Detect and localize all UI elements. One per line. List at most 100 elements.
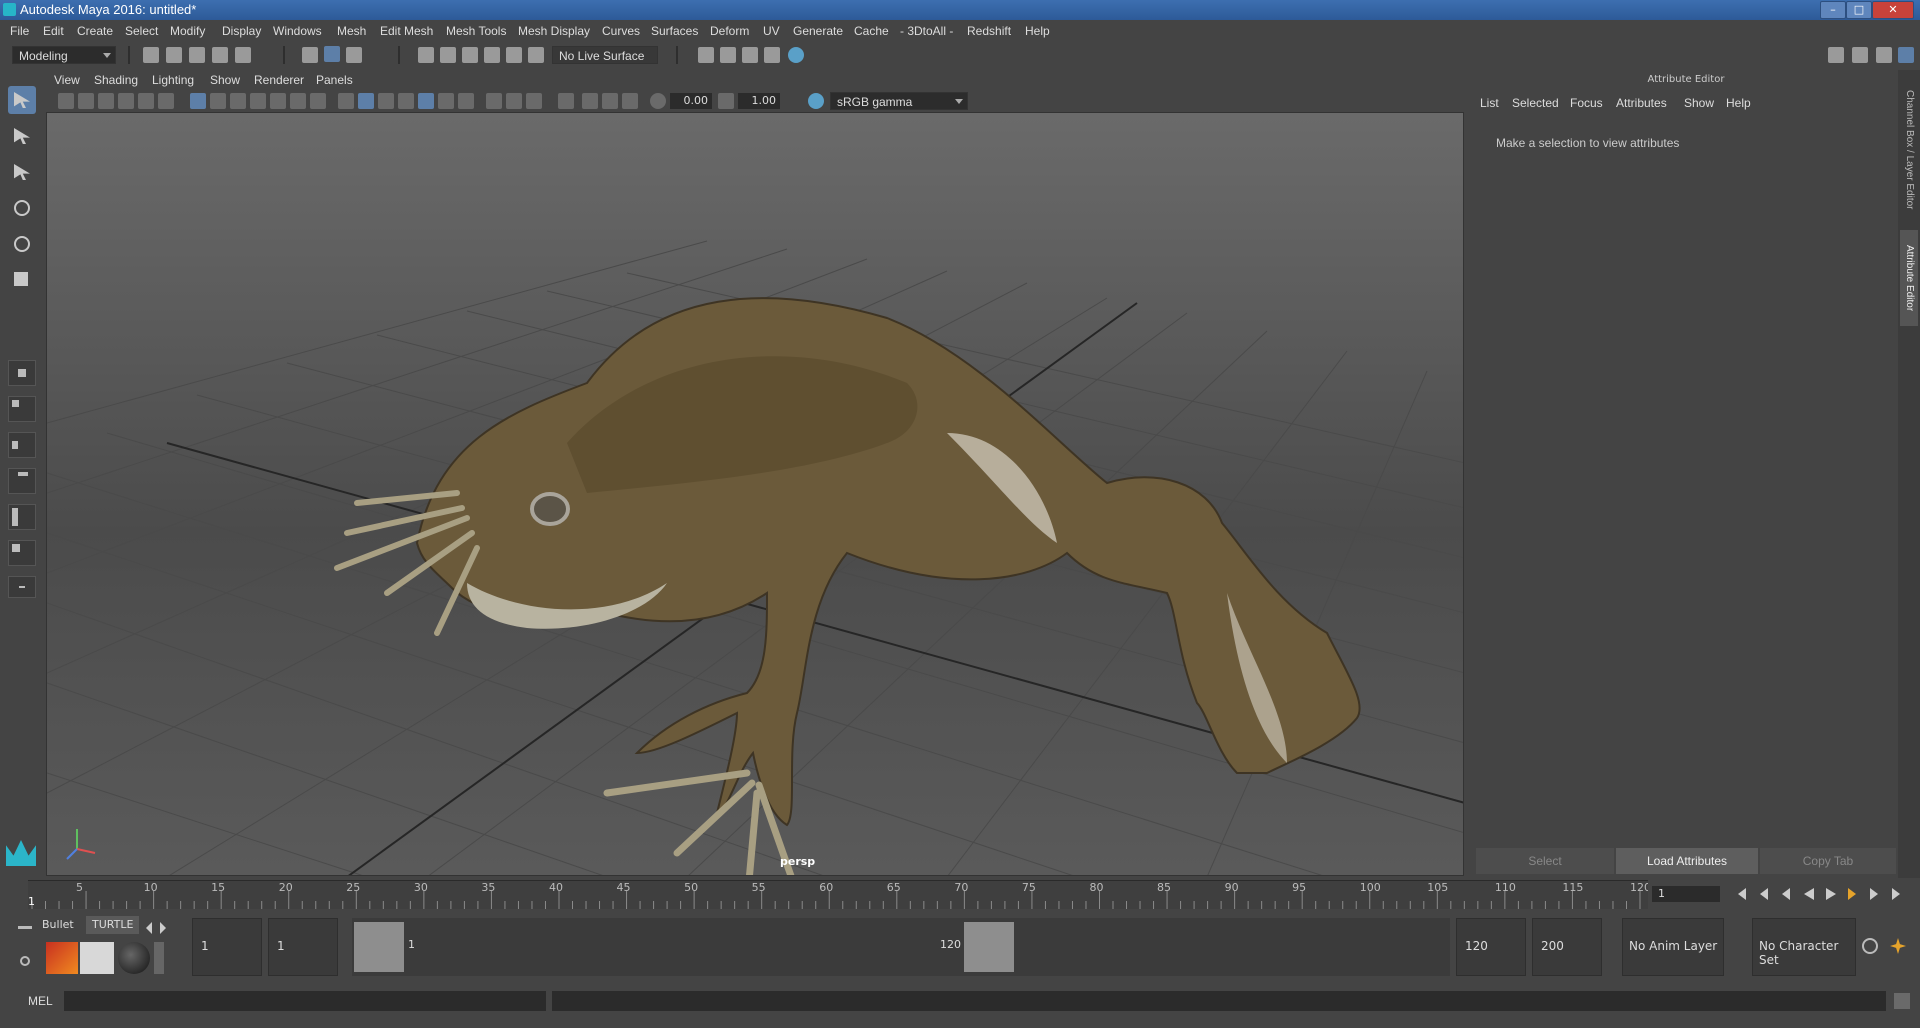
menu-3dtoall[interactable]: - 3DtoAll - [900, 24, 953, 38]
snap-surface-icon[interactable] [528, 47, 544, 63]
menu-deform[interactable]: Deform [710, 24, 749, 38]
viewport-menu-renderer[interactable]: Renderer [254, 73, 304, 87]
shelf-tab-turtle[interactable]: TURTLE [86, 916, 140, 934]
menu-curves[interactable]: Curves [602, 24, 640, 38]
go-to-end-icon[interactable] [1892, 888, 1900, 900]
menu-windows[interactable]: Windows [273, 24, 322, 38]
grid-toggle-icon[interactable] [190, 93, 206, 109]
snap-view-plane-icon[interactable] [484, 47, 500, 63]
view-transform-dropdown[interactable]: sRGB gamma [830, 92, 968, 110]
animation-start-field[interactable]: 1 [192, 918, 262, 976]
step-back-key-icon[interactable] [1782, 888, 1790, 900]
menu-surfaces[interactable]: Surfaces [651, 24, 698, 38]
turtle-bake-icon[interactable] [80, 942, 114, 974]
turtle-render-icon[interactable] [46, 942, 78, 974]
menu-cache[interactable]: Cache [854, 24, 889, 38]
rotate-tool-button[interactable] [8, 230, 36, 258]
menu-generate[interactable]: Generate [793, 24, 843, 38]
wireframe-icon[interactable] [338, 93, 354, 109]
ipr-render-icon[interactable] [742, 47, 758, 63]
menu-mesh-tools[interactable]: Mesh Tools [446, 24, 506, 38]
current-frame-field[interactable]: 1 [1652, 886, 1720, 902]
save-scene-icon[interactable] [189, 47, 205, 63]
menu-create[interactable]: Create [77, 24, 113, 38]
menu-edit-mesh[interactable]: Edit Mesh [380, 24, 433, 38]
shelf-scroll-left-icon[interactable] [146, 922, 152, 934]
viewport-menu-shading[interactable]: Shading [94, 73, 138, 87]
grease-pencil-icon[interactable] [158, 93, 174, 109]
redo-icon[interactable] [235, 47, 251, 63]
viewport-menu-view[interactable]: View [54, 73, 80, 87]
four-view-layout-button[interactable] [8, 396, 36, 422]
live-surface-field[interactable]: No Live Surface [552, 46, 658, 64]
camera-select-icon[interactable] [58, 93, 74, 109]
menu-mesh-display[interactable]: Mesh Display [518, 24, 590, 38]
ae-menu-attributes[interactable]: Attributes [1616, 96, 1667, 110]
isolate-select-icon[interactable] [558, 93, 574, 109]
step-forward-key-icon[interactable] [1848, 888, 1856, 900]
play-forwards-icon[interactable] [1826, 888, 1836, 900]
gate-mask-icon[interactable] [250, 93, 266, 109]
playback-end-field[interactable]: 120 [1456, 918, 1526, 976]
menu-redshift[interactable]: Redshift [967, 24, 1011, 38]
turtle-shader-icon[interactable] [118, 942, 150, 974]
ae-menu-show[interactable]: Show [1684, 96, 1714, 110]
step-forward-icon[interactable] [1870, 888, 1878, 900]
hypershade-icon[interactable] [788, 47, 804, 63]
menu-edit[interactable]: Edit [43, 24, 64, 38]
ae-select-button[interactable]: Select [1476, 848, 1614, 874]
open-scene-icon[interactable] [166, 47, 182, 63]
anim-layer-dropdown[interactable]: No Anim Layer [1622, 918, 1724, 976]
color-management-icon[interactable] [808, 93, 824, 109]
2d-pan-zoom-icon[interactable] [138, 93, 154, 109]
menu-mesh[interactable]: Mesh [337, 24, 366, 38]
smooth-shade-icon[interactable] [358, 93, 374, 109]
play-backwards-icon[interactable] [1804, 888, 1814, 900]
move-tool-button[interactable] [8, 194, 36, 222]
mel-command-input[interactable] [64, 991, 546, 1011]
collapse-shelf-icon[interactable] [18, 926, 32, 929]
select-by-hierarchy-icon[interactable] [302, 47, 318, 63]
undo-icon[interactable] [212, 47, 228, 63]
snap-point-icon[interactable] [462, 47, 478, 63]
film-gate-icon[interactable] [210, 93, 226, 109]
camera-attributes-icon[interactable] [78, 93, 94, 109]
snap-live-icon[interactable] [506, 47, 522, 63]
shelf-scroll-right-icon[interactable] [160, 922, 166, 934]
screen-space-ao-icon[interactable] [486, 93, 502, 109]
menu-display[interactable]: Display [222, 24, 261, 38]
persp-hypershade-layout-button[interactable] [8, 540, 36, 566]
resolution-gate-icon[interactable] [230, 93, 246, 109]
shelf-tab-bullet[interactable]: Bullet [36, 916, 80, 934]
exposure-icon[interactable] [650, 93, 666, 109]
use-default-material-icon[interactable] [378, 93, 394, 109]
render-current-frame-icon[interactable] [720, 47, 736, 63]
menu-help[interactable]: Help [1025, 24, 1050, 38]
time-slider[interactable]: 5 10 15 20 25 30 35 40 45 50 55 60 65 70 75 80 85 90 95 100… [28, 880, 1648, 909]
new-scene-icon[interactable] [143, 47, 159, 63]
shadows-icon[interactable] [458, 93, 474, 109]
perspective-viewport[interactable]: persp [46, 112, 1464, 876]
ae-load-attributes-button[interactable]: Load Attributes [1616, 848, 1758, 874]
anti-aliasing-icon[interactable] [526, 93, 542, 109]
range-bar[interactable]: 1 120 [352, 918, 1450, 976]
wireframe-on-shaded-icon[interactable] [398, 93, 414, 109]
range-end-handle[interactable] [964, 922, 1014, 972]
render-view-icon[interactable] [764, 47, 780, 63]
auto-key-icon[interactable] [1862, 938, 1878, 954]
ae-menu-list[interactable]: List [1480, 96, 1499, 110]
custom-layout-button[interactable] [8, 576, 36, 598]
menu-set-dropdown[interactable]: Modeling [12, 46, 116, 64]
tab-attribute-editor[interactable]: Attribute Editor [1900, 230, 1918, 326]
select-tool-button[interactable] [8, 86, 36, 114]
ae-menu-help[interactable]: Help [1726, 96, 1751, 110]
image-plane-icon[interactable] [118, 93, 134, 109]
xray-components-icon[interactable] [622, 93, 638, 109]
shelf-options-icon[interactable] [20, 956, 30, 966]
range-start-handle[interactable] [354, 922, 404, 972]
gamma-icon[interactable] [718, 93, 734, 109]
safe-title-icon[interactable] [310, 93, 326, 109]
lasso-tool-button[interactable] [8, 122, 36, 150]
motion-blur-icon[interactable] [506, 93, 522, 109]
viewport-menu-lighting[interactable]: Lighting [152, 73, 194, 87]
